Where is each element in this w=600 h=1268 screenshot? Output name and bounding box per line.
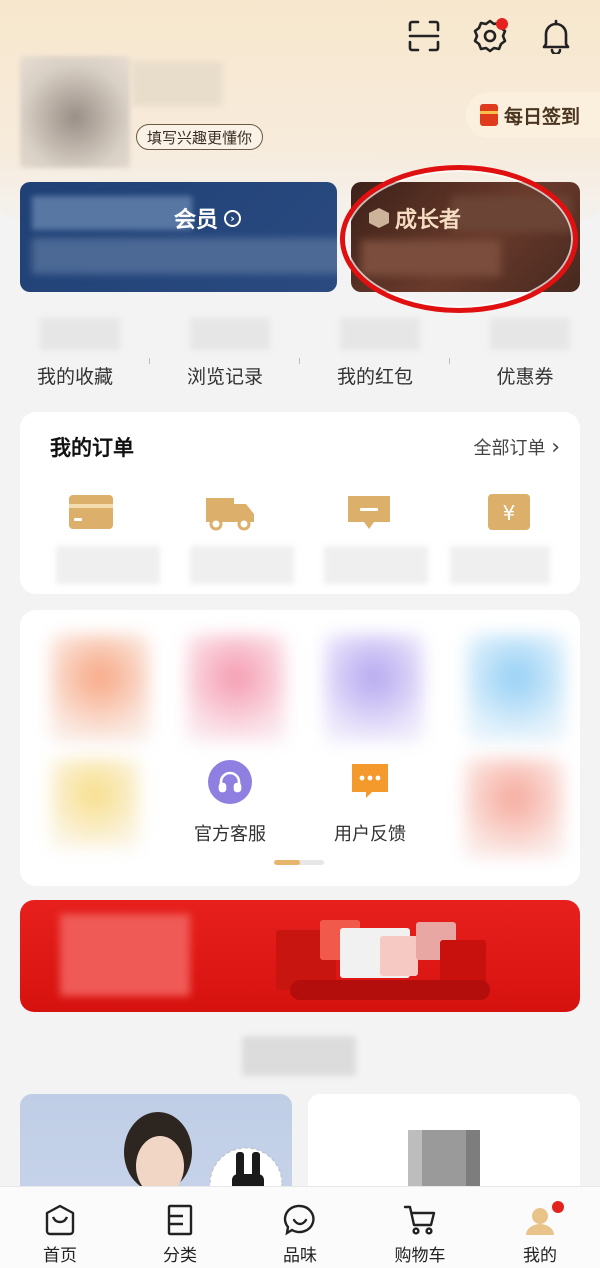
tab-taste[interactable]: 品味 — [240, 1187, 360, 1268]
avatar[interactable] — [20, 56, 130, 168]
divider — [449, 358, 450, 364]
quick-link-count-blurred — [490, 318, 570, 350]
tab-category[interactable]: 分类 — [120, 1187, 240, 1268]
comment-icon[interactable] — [346, 492, 392, 532]
chevron-right-icon: › — [551, 435, 560, 460]
podium-image — [290, 980, 490, 1000]
tab-label: 首页 — [43, 1246, 77, 1266]
quick-link-count-blurred — [190, 318, 270, 350]
promo-banner[interactable] — [20, 900, 580, 1012]
member-title: 会员 › — [174, 202, 242, 234]
member-label: 会员 — [174, 208, 219, 233]
order-status-blurred — [190, 546, 294, 584]
quick-link-coupons[interactable]: 优惠券 — [450, 316, 600, 396]
tab-home[interactable]: 首页 — [0, 1187, 120, 1268]
feedback-icon — [348, 760, 392, 804]
order-status-blurred — [56, 546, 160, 584]
quick-link-favorites[interactable]: 我的收藏 — [0, 316, 150, 396]
quick-link-label: 浏览记录 — [186, 366, 263, 388]
order-status-blurred — [450, 546, 550, 584]
service-customer-support[interactable]: 官方客服 — [170, 760, 290, 846]
service-feedback[interactable]: 用户反馈 — [310, 760, 430, 846]
tab-label: 分类 — [163, 1246, 197, 1266]
quick-link-label: 我的红包 — [336, 366, 413, 388]
bottom-tab-bar: 首页 分类 品味 购物车 我的 — [0, 1186, 600, 1268]
bell-icon[interactable] — [536, 14, 576, 58]
envelope-icon — [480, 104, 498, 126]
quick-link-count-blurred — [340, 318, 420, 350]
service-item-blurred[interactable] — [50, 758, 140, 848]
top-toolbar — [404, 14, 576, 58]
service-item-blurred[interactable] — [466, 634, 566, 742]
quick-link-red-packets[interactable]: 我的红包 — [300, 316, 450, 396]
divider — [299, 358, 300, 364]
settings-badge — [496, 18, 508, 30]
tab-label: 品味 — [283, 1246, 317, 1266]
page-indicator-active — [274, 860, 300, 865]
chat-icon — [283, 1204, 315, 1236]
chevron-right-icon: › — [224, 209, 242, 227]
tab-label: 我的 — [523, 1246, 557, 1266]
checkin-label: 每日签到 — [504, 105, 581, 128]
all-orders-label: 全部订单 — [473, 438, 546, 459]
category-icon — [167, 1204, 193, 1236]
orders-panel: 我的订单 全部订单 › ¥ — [20, 412, 580, 594]
interest-tag-label: 填写兴趣更懂你 — [147, 128, 253, 147]
service-item-blurred[interactable] — [50, 634, 150, 742]
tab-label: 购物车 — [394, 1246, 446, 1266]
page-indicator — [274, 860, 324, 865]
tab-mine[interactable]: 我的 — [480, 1187, 600, 1268]
member-card[interactable]: 会员 › — [20, 182, 337, 292]
scan-icon[interactable] — [404, 14, 444, 58]
member-info-blurred — [32, 196, 192, 230]
divider — [149, 358, 150, 364]
banner-text-blurred — [60, 914, 190, 996]
member-detail-blurred — [32, 238, 337, 274]
service-item-blurred[interactable] — [186, 634, 286, 742]
order-status-blurred — [324, 546, 428, 584]
interest-tag-button[interactable]: 填写兴趣更懂你 — [136, 124, 264, 150]
section-title-blurred — [242, 1036, 356, 1076]
service-item-blurred[interactable] — [464, 758, 564, 858]
quick-link-label: 我的收藏 — [36, 366, 113, 388]
truck-icon[interactable] — [204, 492, 256, 532]
yen-icon[interactable]: ¥ — [486, 492, 532, 532]
wallet-icon[interactable] — [68, 492, 114, 532]
settings-icon[interactable] — [470, 14, 510, 58]
services-panel: 官方客服 用户反馈 — [20, 610, 580, 886]
mine-badge — [552, 1201, 564, 1213]
cosmetics-image — [380, 936, 418, 976]
home-icon — [45, 1204, 75, 1236]
service-label: 用户反馈 — [334, 824, 406, 845]
daily-checkin-button[interactable]: 每日签到 — [466, 92, 600, 138]
quick-links: 我的收藏 浏览记录 我的红包 优惠券 — [0, 316, 600, 396]
service-label: 官方客服 — [194, 824, 266, 845]
svg-text:¥: ¥ — [503, 501, 516, 525]
service-item-blurred[interactable] — [324, 634, 424, 742]
headset-icon — [208, 760, 252, 804]
quick-link-label: 优惠券 — [496, 366, 554, 388]
tab-cart[interactable]: 购物车 — [360, 1187, 480, 1268]
quick-link-count-blurred — [40, 318, 120, 350]
orders-title: 我的订单 — [50, 436, 134, 460]
cart-icon — [403, 1205, 436, 1235]
highlight-annotation — [340, 165, 578, 313]
username-blurred — [132, 62, 222, 106]
quick-link-history[interactable]: 浏览记录 — [150, 316, 300, 396]
all-orders-link[interactable]: 全部订单 › — [473, 434, 560, 460]
